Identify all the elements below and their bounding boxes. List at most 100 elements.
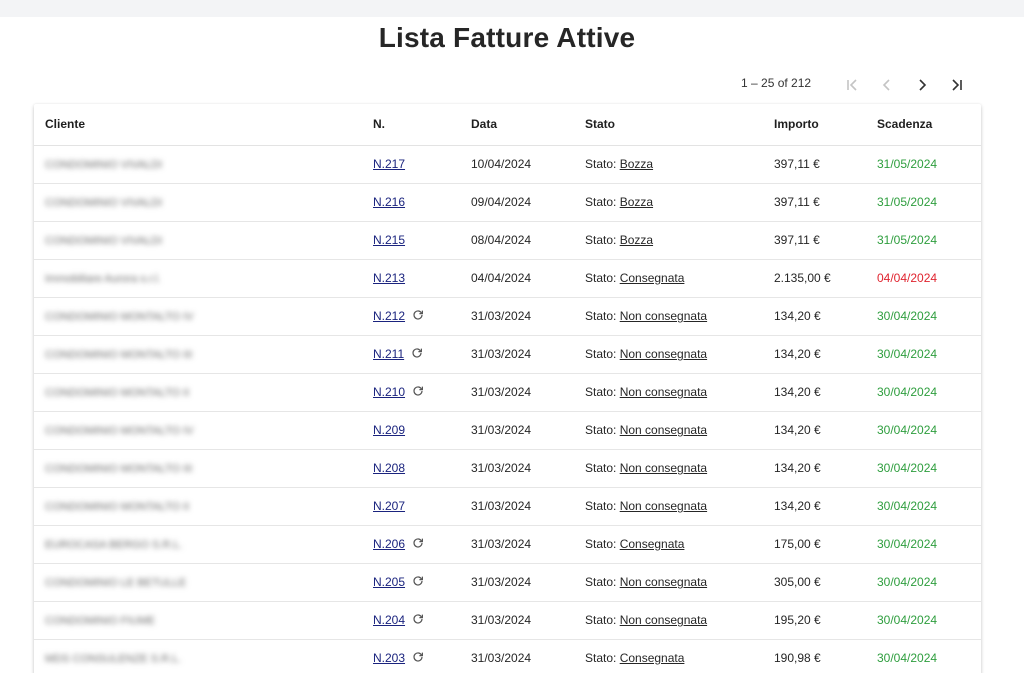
cell-data: 31/03/2024 [471, 449, 585, 488]
cell-numero: N.203 [373, 639, 471, 673]
table-row[interactable]: CONDOMINIO MONTALTO III N.211 31/03/2024 St… [34, 335, 981, 374]
cell-data: 31/03/2024 [471, 335, 585, 374]
invoice-number-link[interactable]: N.215 [373, 233, 405, 247]
table-row[interactable]: CONDOMINIO VIVALDI N.216 09/04/2024 Stato: … [34, 183, 981, 222]
cell-importo: 134,20 € [774, 449, 877, 488]
cell-numero: N.211 [373, 335, 471, 374]
invoices-table-card: Cliente N. Data Stato Importo Scadenza C… [34, 104, 981, 673]
refresh-icon[interactable] [412, 651, 424, 663]
first-page-button[interactable] [841, 74, 863, 96]
stato-prefix: Stato: [585, 613, 620, 627]
invoice-number-link[interactable]: N.216 [373, 195, 405, 209]
client-name: Immobiliare Aurora s.r.l. [45, 273, 161, 285]
stato-prefix: Stato: [585, 575, 620, 589]
stato-value-link[interactable]: Consegnata [620, 271, 685, 285]
cell-stato: Stato: Bozza [585, 221, 774, 260]
previous-page-button[interactable] [876, 74, 898, 96]
invoice-number-link[interactable]: N.206 [373, 537, 405, 551]
invoice-number-link[interactable]: N.204 [373, 613, 405, 627]
column-header-importo[interactable]: Importo [774, 104, 877, 146]
stato-value-link[interactable]: Bozza [620, 195, 653, 209]
stato-value-link[interactable]: Non consegnata [620, 461, 707, 475]
invoice-number-link[interactable]: N.205 [373, 575, 405, 589]
table-row[interactable]: MDS CONSULENZE S.R.L. N.203 31/03/2024 Stat… [34, 639, 981, 673]
stato-value-link[interactable]: Consegnata [620, 651, 685, 665]
table-row[interactable]: CONDOMINIO MONTALTO IV N.209 31/03/2024 Sta… [34, 411, 981, 450]
stato-prefix: Stato: [585, 499, 620, 513]
table-row[interactable]: CONDOMINIO MONTALTO II N.207 31/03/2024 Sta… [34, 487, 981, 526]
cell-scadenza: 30/04/2024 [877, 525, 981, 564]
cell-importo: 134,20 € [774, 411, 877, 450]
invoice-number-link[interactable]: N.212 [373, 309, 405, 323]
top-bar [0, 0, 1024, 17]
cell-scadenza: 30/04/2024 [877, 335, 981, 374]
refresh-icon[interactable] [412, 575, 424, 587]
table-row[interactable]: CONDOMINIO MONTALTO IV N.212 31/03/2024 Sta… [34, 297, 981, 336]
cell-stato: Stato: Non consegnata [585, 335, 774, 374]
next-page-button[interactable] [911, 74, 933, 96]
cell-importo: 134,20 € [774, 335, 877, 374]
stato-value-link[interactable]: Non consegnata [620, 499, 707, 513]
stato-prefix: Stato: [585, 385, 620, 399]
stato-value-link[interactable]: Non consegnata [620, 613, 707, 627]
invoice-number-link[interactable]: N.210 [373, 385, 405, 399]
invoice-number-link[interactable]: N.207 [373, 499, 405, 513]
page-title: Lista Fatture Attive [378, 22, 636, 53]
cell-stato: Stato: Non consegnata [585, 487, 774, 526]
stato-prefix: Stato: [585, 157, 620, 171]
cell-stato: Stato: Non consegnata [585, 373, 774, 412]
cell-cliente: CONDOMINIO VIVALDI [34, 183, 373, 222]
cell-data: 31/03/2024 [471, 639, 585, 673]
invoice-number-link[interactable]: N.217 [373, 157, 405, 171]
cell-scadenza: 31/05/2024 [877, 183, 981, 222]
invoice-number-link[interactable]: N.209 [373, 423, 405, 437]
column-header-cliente[interactable]: Cliente [34, 104, 373, 146]
cell-scadenza: 30/04/2024 [877, 411, 981, 450]
table-row[interactable]: CONDOMINIO VIVALDI N.217 10/04/2024 Stato: … [34, 145, 981, 184]
column-header-stato[interactable]: Stato [585, 104, 774, 146]
refresh-icon[interactable] [412, 309, 424, 321]
cell-numero: N.217 [373, 145, 471, 184]
cell-cliente: CONDOMINIO MONTALTO IV [34, 411, 373, 450]
stato-value-link[interactable]: Non consegnata [620, 385, 707, 399]
stato-value-link[interactable]: Bozza [620, 157, 653, 171]
first-page-icon [847, 79, 857, 91]
stato-value-link[interactable]: Non consegnata [620, 575, 707, 589]
table-row[interactable]: CONDOMINIO MONTALTO III N.208 31/03/2024 St… [34, 449, 981, 488]
invoice-number-link[interactable]: N.213 [373, 271, 405, 285]
stato-value-link[interactable]: Non consegnata [620, 423, 707, 437]
cell-stato: Stato: Consegnata [585, 259, 774, 298]
column-header-data[interactable]: Data [471, 104, 585, 146]
stato-value-link[interactable]: Non consegnata [620, 347, 707, 361]
table-row[interactable]: EUROCASA BERGO S.R.L. N.206 31/03/2024 Stat… [34, 525, 981, 564]
table-row[interactable]: CONDOMINIO LE BETULLE N.205 31/03/2024 Stat… [34, 563, 981, 602]
invoice-number-link[interactable]: N.208 [373, 461, 405, 475]
last-page-button[interactable] [946, 74, 968, 96]
stato-prefix: Stato: [585, 309, 620, 323]
cell-scadenza: 30/04/2024 [877, 297, 981, 336]
column-header-scadenza[interactable]: Scadenza [877, 104, 981, 146]
cell-cliente: CONDOMINIO MONTALTO III [34, 335, 373, 374]
invoice-number-link[interactable]: N.203 [373, 651, 405, 665]
cell-importo: 134,20 € [774, 487, 877, 526]
table-row[interactable]: Immobiliare Aurora s.r.l. N.213 04/04/2024… [34, 259, 981, 298]
refresh-icon[interactable] [411, 347, 423, 359]
table-row[interactable]: CONDOMINIO MONTALTO II N.210 31/03/2024 Sta… [34, 373, 981, 412]
stato-value-link[interactable]: Bozza [620, 233, 653, 247]
table-row[interactable]: CONDOMINIO VIVALDI N.215 08/04/2024 Stato: … [34, 221, 981, 260]
cell-data: 04/04/2024 [471, 259, 585, 298]
stato-value-link[interactable]: Consegnata [620, 537, 685, 551]
refresh-icon[interactable] [412, 613, 424, 625]
column-header-numero[interactable]: N. [373, 104, 471, 146]
table-row[interactable]: CONDOMINIO FIUME N.204 31/03/2024 Stato: No… [34, 601, 981, 640]
stato-value-link[interactable]: Non consegnata [620, 309, 707, 323]
chevron-right-icon [919, 79, 927, 91]
invoice-number-link[interactable]: N.211 [373, 347, 404, 361]
refresh-icon[interactable] [412, 385, 424, 397]
refresh-icon[interactable] [412, 537, 424, 549]
cell-numero: N.212 [373, 297, 471, 336]
client-name: CONDOMINIO MONTALTO III [45, 463, 193, 475]
stato-prefix: Stato: [585, 651, 620, 665]
cell-scadenza: 31/05/2024 [877, 221, 981, 260]
cell-scadenza: 30/04/2024 [877, 563, 981, 602]
